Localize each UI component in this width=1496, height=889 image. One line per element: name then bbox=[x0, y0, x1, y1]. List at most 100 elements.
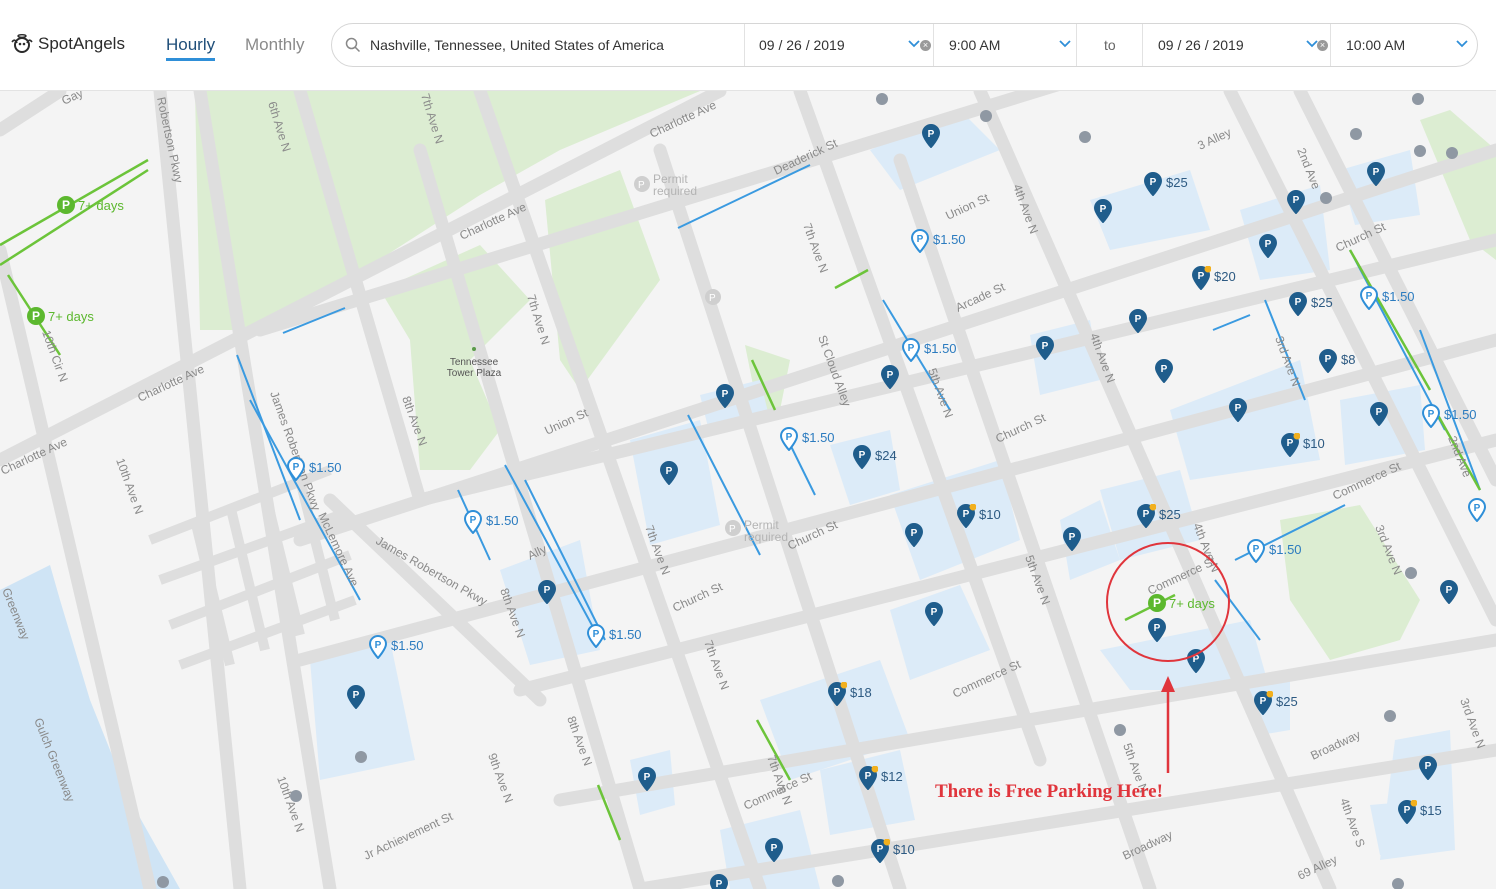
parking-pin-icon[interactable]: P bbox=[1286, 190, 1306, 219]
parking-pin-icon[interactable]: P bbox=[709, 874, 729, 889]
parking-pin-icon[interactable]: P bbox=[1062, 527, 1082, 556]
parking-pin-icon[interactable]: P bbox=[1397, 799, 1418, 829]
parking-pin-icon[interactable]: P bbox=[764, 838, 784, 867]
price-label: $1.50 bbox=[802, 430, 835, 445]
svg-text:P: P bbox=[1135, 314, 1142, 325]
free-parking-marker[interactable]: P 7+ days bbox=[27, 307, 94, 325]
parking-pin-icon[interactable]: P bbox=[1288, 292, 1308, 321]
search-icon bbox=[345, 37, 361, 53]
parking-pin-icon[interactable]: P bbox=[1136, 503, 1157, 533]
parking-pin-icon[interactable]: P bbox=[1253, 690, 1274, 720]
parking-pin-icon[interactable]: P bbox=[1280, 432, 1301, 462]
meter-pin-icon[interactable]: P bbox=[1421, 404, 1441, 433]
parking-pin-icon[interactable]: P bbox=[1318, 349, 1338, 378]
svg-text:P: P bbox=[1325, 354, 1332, 365]
parking-pin-icon[interactable]: P bbox=[1147, 618, 1167, 647]
chevron-down-icon[interactable] bbox=[1455, 37, 1469, 51]
free-parking-icon: P bbox=[1148, 594, 1166, 612]
parking-pin-icon[interactable]: P bbox=[880, 365, 900, 394]
parking-pin-icon[interactable]: P bbox=[346, 685, 366, 714]
parking-pin-icon[interactable]: P bbox=[858, 765, 879, 795]
clear-end-date-icon[interactable]: × bbox=[1317, 40, 1328, 51]
svg-text:P: P bbox=[1100, 204, 1107, 215]
parking-pin-icon[interactable]: P bbox=[537, 580, 557, 609]
meter-pin-icon[interactable]: P bbox=[368, 635, 388, 664]
parking-pin-icon[interactable]: P bbox=[1228, 398, 1248, 427]
price-label: $1.50 bbox=[391, 638, 424, 653]
parking-pin-icon[interactable]: P bbox=[1186, 649, 1206, 678]
start-time-field[interactable]: 9:00 AM bbox=[949, 24, 1000, 66]
free-parking-icon: P bbox=[27, 307, 45, 325]
meter-pin-icon[interactable]: P bbox=[1246, 539, 1266, 568]
price-label: $10 bbox=[979, 507, 1001, 522]
parking-pin-icon[interactable]: P bbox=[637, 767, 657, 796]
price-label: $24 bbox=[875, 448, 897, 463]
search-input[interactable]: Nashville, Tennessee, United States of A… bbox=[370, 24, 740, 66]
svg-text:P: P bbox=[353, 690, 360, 701]
parking-pin-icon[interactable]: P bbox=[904, 523, 924, 552]
map-canvas[interactable]: Gay Charlotte Ave 6th Ave N 7th Ave N Ro… bbox=[0, 91, 1496, 889]
svg-text:P: P bbox=[931, 607, 938, 618]
parking-map[interactable]: Gay Charlotte Ave 6th Ave N 7th Ave N Ro… bbox=[0, 91, 1496, 889]
parking-pin-icon[interactable]: P bbox=[827, 681, 848, 711]
parking-pin-icon[interactable]: P bbox=[870, 838, 891, 868]
chevron-down-icon[interactable] bbox=[907, 37, 921, 51]
meter-pin-icon[interactable]: P bbox=[910, 229, 930, 258]
parking-pin-icon[interactable]: P bbox=[659, 461, 679, 490]
end-date-field[interactable]: 09 / 26 / 2019 bbox=[1158, 24, 1244, 66]
parking-pin-icon[interactable]: P bbox=[921, 124, 941, 153]
price-label: $1.50 bbox=[486, 513, 519, 528]
meter-pin-icon[interactable]: P bbox=[901, 338, 921, 367]
parking-pin-icon[interactable]: P bbox=[1143, 172, 1163, 201]
free-parking-marker[interactable]: P 7+ days bbox=[57, 196, 124, 214]
end-time-field[interactable]: 10:00 AM bbox=[1346, 24, 1405, 66]
free-parking-marker[interactable]: P 7+ days bbox=[1148, 594, 1215, 612]
meter-pin-icon[interactable]: P bbox=[463, 510, 483, 539]
parking-pin-icon[interactable]: P bbox=[1366, 162, 1386, 191]
parking-pin-icon[interactable]: P bbox=[956, 503, 977, 533]
tab-hourly[interactable]: Hourly bbox=[166, 35, 216, 61]
parking-pin-icon[interactable]: P bbox=[1418, 756, 1438, 785]
meter-pin-icon[interactable]: P bbox=[1467, 498, 1487, 527]
svg-text:P: P bbox=[865, 771, 872, 782]
parking-pin-icon[interactable]: P bbox=[852, 445, 872, 474]
svg-text:P: P bbox=[1253, 544, 1260, 555]
price-label: $10 bbox=[893, 842, 915, 857]
parking-pin-icon[interactable]: P bbox=[1258, 234, 1278, 263]
svg-text:P: P bbox=[1376, 407, 1383, 418]
svg-text:P: P bbox=[1425, 761, 1432, 772]
start-date-field[interactable]: 09 / 26 / 2019 bbox=[759, 24, 845, 66]
parking-pin-icon[interactable]: P bbox=[1128, 309, 1148, 338]
free-parking-label: 7+ days bbox=[1169, 595, 1215, 611]
meter-pin-icon[interactable]: P bbox=[1359, 286, 1379, 315]
svg-text:P: P bbox=[1042, 341, 1049, 352]
chevron-down-icon[interactable] bbox=[1058, 37, 1072, 51]
svg-text:P: P bbox=[1366, 291, 1373, 302]
price-label: $1.50 bbox=[933, 232, 966, 247]
svg-text:P: P bbox=[1265, 239, 1272, 250]
spotangels-logo[interactable]: SpotAngels bbox=[10, 32, 125, 56]
meter-pin-icon[interactable]: P bbox=[286, 457, 306, 486]
svg-text:P: P bbox=[1428, 409, 1435, 420]
tab-monthly[interactable]: Monthly bbox=[245, 35, 305, 55]
price-label: $12 bbox=[881, 769, 903, 784]
parking-pin-icon[interactable]: P bbox=[1369, 402, 1389, 431]
parking-pin-icon[interactable]: P bbox=[715, 384, 735, 413]
to-label: to bbox=[1104, 37, 1116, 53]
svg-text:required: required bbox=[744, 530, 788, 544]
svg-text:P: P bbox=[1260, 696, 1267, 707]
svg-text:P: P bbox=[716, 879, 723, 889]
parking-pin-icon[interactable]: P bbox=[1191, 265, 1212, 295]
meter-pin-icon[interactable]: P bbox=[586, 624, 606, 653]
svg-text:P: P bbox=[917, 234, 924, 245]
meter-pin-icon[interactable]: P bbox=[779, 427, 799, 456]
parking-pin-icon[interactable]: P bbox=[1093, 199, 1113, 228]
parking-pin-icon[interactable]: P bbox=[1035, 336, 1055, 365]
svg-text:P: P bbox=[911, 528, 918, 539]
svg-text:P: P bbox=[1293, 195, 1300, 206]
parking-pin-icon[interactable]: P bbox=[1439, 580, 1459, 609]
parking-pin-icon[interactable]: P bbox=[924, 602, 944, 631]
svg-text:P: P bbox=[1295, 297, 1302, 308]
clear-start-date-icon[interactable]: × bbox=[920, 40, 931, 51]
parking-pin-icon[interactable]: P bbox=[1154, 359, 1174, 388]
